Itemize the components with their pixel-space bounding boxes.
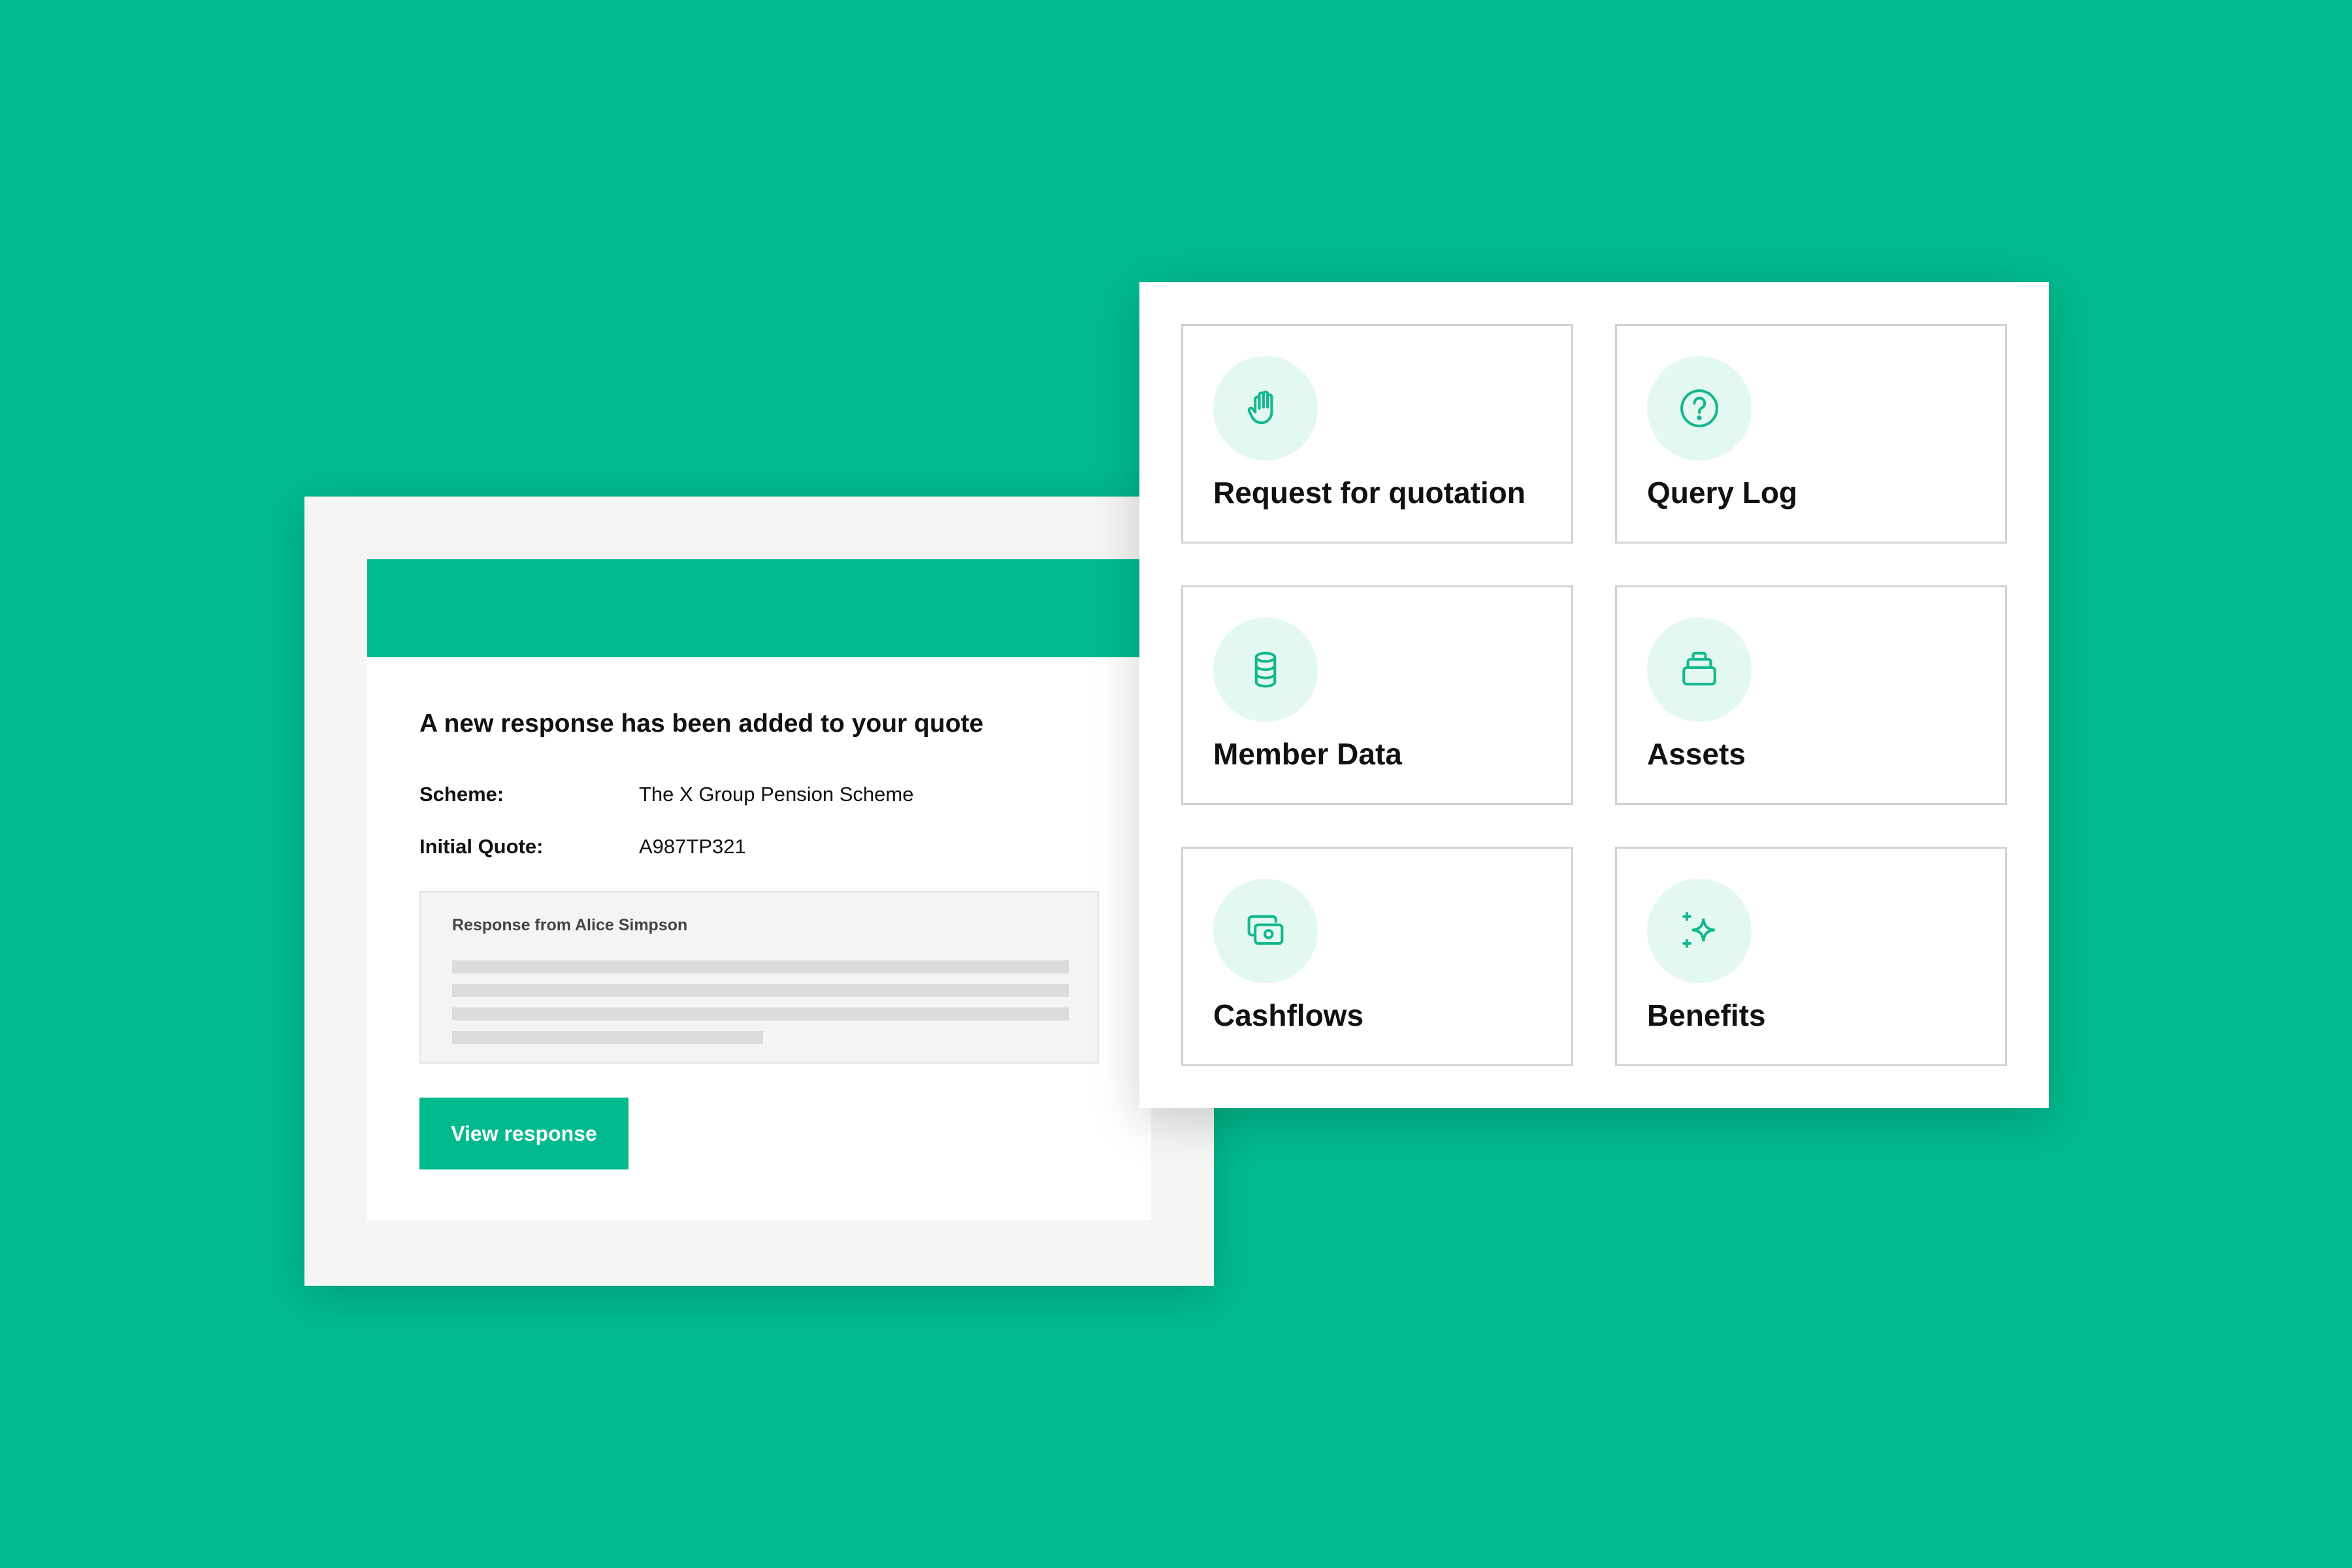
module-tile-request-for-quotation[interactable]: Request for quotation <box>1181 324 1573 544</box>
text-placeholder-line <box>452 1031 763 1044</box>
text-placeholder-line <box>452 1007 1069 1021</box>
module-tile-cashflows[interactable]: Cashflows <box>1181 847 1573 1066</box>
question-circle-icon <box>1647 356 1752 461</box>
module-tile-benefits[interactable]: Benefits <box>1615 847 2007 1066</box>
email-body: A new response has been added to your qu… <box>367 559 1151 1220</box>
view-response-button[interactable]: View response <box>419 1098 629 1169</box>
text-placeholder-line <box>452 984 1069 997</box>
background: { "colors": { "background": "#00BA8E", "… <box>0 0 2352 1568</box>
module-tile-member-data[interactable]: Member Data <box>1181 585 1573 805</box>
scheme-label: Scheme: <box>419 783 504 806</box>
module-label: Request for quotation <box>1213 476 1526 510</box>
scheme-value: The X Group Pension Scheme <box>639 783 914 806</box>
initial-quote-value: A987TP321 <box>639 835 746 858</box>
module-label: Benefits <box>1647 998 1766 1032</box>
response-preview-box: Response from Alice Simpson <box>419 891 1099 1064</box>
modules-panel: Request for quotation Query Log Member D… <box>1139 282 2049 1108</box>
stacked-boxes-icon <box>1647 617 1752 722</box>
module-tile-query-log[interactable]: Query Log <box>1615 324 2007 544</box>
email-notification-card: A new response has been added to your qu… <box>304 497 1214 1286</box>
email-header-banner <box>367 559 1151 657</box>
module-label: Assets <box>1647 737 1746 771</box>
module-label: Member Data <box>1213 737 1402 771</box>
cash-notes-icon <box>1213 879 1318 983</box>
module-label: Query Log <box>1647 476 1798 510</box>
email-title: A new response has been added to your qu… <box>419 710 984 738</box>
initial-quote-label: Initial Quote: <box>419 835 544 858</box>
database-icon <box>1213 617 1318 722</box>
hand-icon <box>1213 356 1318 461</box>
module-tile-assets[interactable]: Assets <box>1615 585 2007 805</box>
module-label: Cashflows <box>1213 998 1364 1032</box>
sparkles-icon <box>1647 879 1752 983</box>
text-placeholder-line <box>452 960 1069 973</box>
response-from-label: Response from Alice Simpson <box>452 916 688 934</box>
